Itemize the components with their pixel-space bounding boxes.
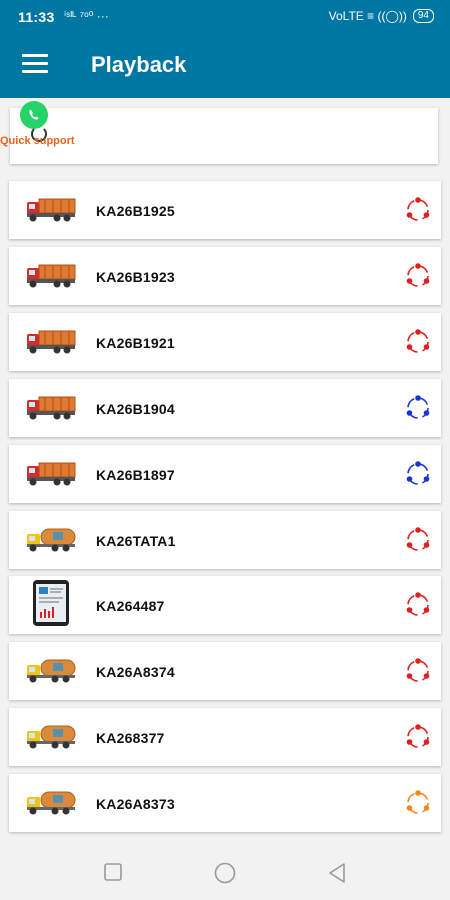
vehicle-number: KA26A8373 (96, 796, 175, 813)
vehicle-row[interactable]: KA26B1904 (9, 378, 441, 437)
truck-icon (25, 325, 77, 357)
system-nav-bar (0, 846, 450, 900)
vehicle-row[interactable]: KA26A8373 (9, 774, 441, 833)
vehicle-number: KA26B1925 (96, 203, 175, 219)
truck-icon (25, 193, 77, 225)
app-bar: Playback (0, 34, 450, 98)
vehicle-row[interactable]: KA268377 (9, 708, 441, 767)
share-status-icon[interactable] (405, 790, 431, 816)
truck-icon (25, 259, 77, 291)
vehicle-row[interactable]: KA26B1897 (9, 444, 441, 503)
vehicle-number: KA268377 (96, 730, 165, 747)
vehicle-number: KA26B1921 (96, 334, 175, 351)
vehicle-row[interactable]: KA264487 (9, 576, 441, 635)
vehicle-number: KA264487 (96, 598, 165, 615)
status-right-icons: VoLTE ≡ ((◯)) 94 (329, 9, 434, 23)
share-status-icon[interactable] (405, 263, 431, 289)
home-icon[interactable] (214, 862, 236, 889)
share-status-icon[interactable] (405, 394, 431, 421)
vehicle-number: KA26B1897 (96, 466, 175, 483)
battery-icon: 94 (412, 9, 434, 23)
share-status-icon[interactable] (405, 460, 431, 487)
truck-icon (25, 457, 77, 489)
share-status-icon[interactable] (405, 724, 431, 750)
vehicle-number: KA26A8374 (96, 664, 175, 681)
share-status-icon[interactable] (405, 197, 431, 223)
whatsapp-icon[interactable] (20, 101, 48, 129)
tanker-icon (25, 654, 77, 686)
vehicle-row[interactable]: KA26B1925 (9, 181, 441, 239)
tanker-icon (25, 786, 77, 818)
vehicle-number: KA26B1923 (96, 268, 175, 285)
status-bar: 11:33 ⁱˢᴵᴸ ⁷ᵒ⁰ ··· VoLTE ≡ ((◯)) 94 (0, 0, 450, 34)
vehicle-row[interactable]: KA26A8374 (9, 642, 441, 701)
back-icon[interactable] (327, 862, 347, 889)
tanker-icon (25, 523, 77, 555)
notification-icons: ⁱˢᴵᴸ ⁷ᵒ⁰ ··· (64, 9, 109, 23)
vehicle-row[interactable]: KA26B1923 (9, 246, 441, 305)
vehicle-number: KA26TATA1 (96, 532, 176, 549)
status-time: 11:33 (18, 9, 55, 25)
vehicle-row[interactable]: KA26B1921 (9, 312, 441, 371)
quick-support-label[interactable]: Quick support (0, 135, 75, 147)
tanker-icon (25, 720, 77, 752)
vehicle-number: KA26B1904 (96, 400, 175, 417)
vehicle-row[interactable]: KA26TATA1 (9, 510, 441, 569)
signal-icons: VoLTE ≡ ((◯)) (328, 9, 407, 23)
share-status-icon[interactable] (405, 658, 431, 684)
recent-apps-icon[interactable] (103, 862, 123, 887)
share-status-icon[interactable] (405, 328, 431, 355)
truck-icon (25, 391, 77, 423)
share-status-icon[interactable] (405, 526, 431, 553)
page-title: Playback (91, 52, 187, 77)
tablet-icon (25, 580, 77, 627)
share-status-icon[interactable] (405, 592, 431, 618)
menu-icon[interactable] (22, 54, 48, 74)
